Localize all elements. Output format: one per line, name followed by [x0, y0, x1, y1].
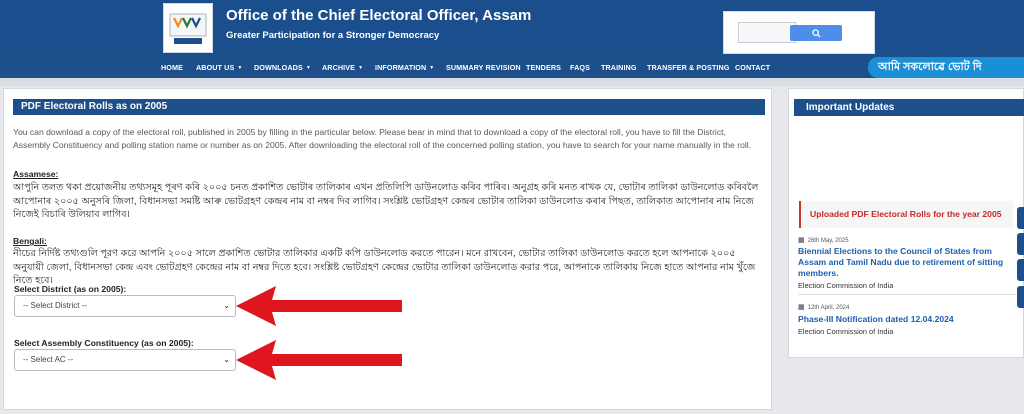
- nav-archive-label: ARCHIVE: [322, 63, 356, 72]
- assamese-heading: Assamese:: [13, 169, 59, 179]
- nav-training[interactable]: TRAINING: [601, 57, 637, 78]
- chevron-down-icon: ⌄: [223, 301, 230, 310]
- update-source: Election Commission of India: [798, 281, 894, 290]
- nav-about-us[interactable]: ABOUT US ▼: [196, 57, 242, 78]
- chevron-down-icon: ▼: [305, 65, 311, 71]
- calendar-icon: ▦: [798, 304, 805, 311]
- search-button[interactable]: [790, 25, 842, 41]
- nav-home[interactable]: HOME: [161, 57, 183, 78]
- nav-downloads-label: DOWNLOADS: [254, 63, 303, 72]
- electoral-rolls-panel: PDF Electoral Rolls as on 2005 You can d…: [3, 88, 772, 410]
- chevron-down-icon: ▼: [429, 65, 435, 71]
- update-title-link[interactable]: Biennial Elections to the Council of Sta…: [798, 246, 1018, 279]
- nav-home-label: HOME: [161, 63, 183, 72]
- nav-information-label: INFORMATION: [375, 63, 427, 72]
- update-date: ▦ 26th May, 2025: [798, 236, 849, 244]
- update-date-text: 12th April, 2024: [807, 305, 850, 311]
- nav-contact-label: CONTACT: [735, 63, 771, 72]
- assamese-text: আপুনি তলত থকা প্ৰয়োজনীয় তথ্যসমূহ পূৰণ …: [13, 182, 759, 220]
- chevron-down-icon: ▼: [237, 65, 243, 71]
- nav-summary-revision-label: SUMMARY REVISION: [446, 63, 521, 72]
- update-date: ▦ 12th April, 2024: [798, 303, 849, 311]
- side-tab[interactable]: [1017, 233, 1024, 255]
- bengali-text: নীচের নির্দিষ্ট তথ্যগুলি পূরণ করে আপনি ২…: [13, 248, 756, 286]
- ac-label: Select Assembly Constituency (as on 2005…: [14, 338, 194, 348]
- nav-transfer-posting[interactable]: TRANSFER & POSTING: [647, 57, 729, 78]
- nav-faqs-label: FAQS: [570, 63, 590, 72]
- nav-archive[interactable]: ARCHIVE ▼: [322, 57, 363, 78]
- divider: [0, 78, 1024, 86]
- nav-transfer-posting-label: TRANSFER & POSTING: [647, 63, 730, 72]
- intro-text: You can download a copy of the electoral…: [13, 127, 752, 150]
- red-arrow-annotation: [236, 286, 402, 326]
- side-tab[interactable]: [1017, 207, 1024, 229]
- nav-tenders[interactable]: TENDERS: [526, 57, 561, 78]
- update-title-link[interactable]: Phase-III Notification dated 12.04.2024: [798, 314, 1018, 325]
- nav-tenders-label: TENDERS: [526, 63, 562, 72]
- calendar-icon: ▦: [798, 237, 805, 244]
- divider: [798, 294, 1016, 295]
- side-tab[interactable]: [1017, 286, 1024, 308]
- site-tagline: Greater Participation for a Stronger Dem…: [226, 30, 440, 41]
- panel-title: PDF Electoral Rolls as on 2005: [13, 99, 765, 115]
- marquee-banner: আমি সকলোৱে ভোট দি: [868, 57, 1024, 78]
- nav-contact[interactable]: CONTACT: [735, 57, 770, 78]
- nav-faqs[interactable]: FAQS: [570, 57, 590, 78]
- ac-select[interactable]: -- Select AC -- ⌄: [14, 349, 236, 371]
- district-select[interactable]: -- Select District -- ⌄: [14, 295, 236, 317]
- bengali-heading: Bengali:: [13, 236, 47, 246]
- site-header: Office of the Chief Electoral Officer, A…: [0, 0, 1024, 57]
- nav-information[interactable]: INFORMATION ▼: [375, 57, 434, 78]
- update-date-text: 26th May, 2025: [807, 238, 849, 244]
- eci-logo[interactable]: [163, 3, 213, 53]
- update-source: Election Commission of India: [798, 327, 894, 336]
- district-label: Select District (as on 2005):: [14, 284, 127, 294]
- nav-downloads[interactable]: DOWNLOADS ▼: [254, 57, 311, 78]
- nav-about-us-label: ABOUT US: [196, 63, 235, 72]
- search-icon: [811, 28, 821, 38]
- ac-select-value: -- Select AC --: [23, 355, 74, 364]
- chevron-down-icon: ⌄: [223, 355, 230, 364]
- updates-title: Important Updates: [794, 99, 1024, 116]
- announcement-link[interactable]: Uploaded PDF Electoral Rolls for the yea…: [799, 201, 1013, 228]
- side-tab[interactable]: [1017, 259, 1024, 281]
- search-input[interactable]: [738, 22, 796, 43]
- nav-summary-revision[interactable]: SUMMARY REVISION: [446, 57, 521, 78]
- red-arrow-annotation: [236, 340, 402, 380]
- site-title: Office of the Chief Electoral Officer, A…: [226, 7, 532, 24]
- nav-training-label: TRAINING: [601, 63, 637, 72]
- district-select-value: -- Select District --: [23, 301, 87, 310]
- chevron-down-icon: ▼: [358, 65, 364, 71]
- search-widget: [723, 11, 875, 54]
